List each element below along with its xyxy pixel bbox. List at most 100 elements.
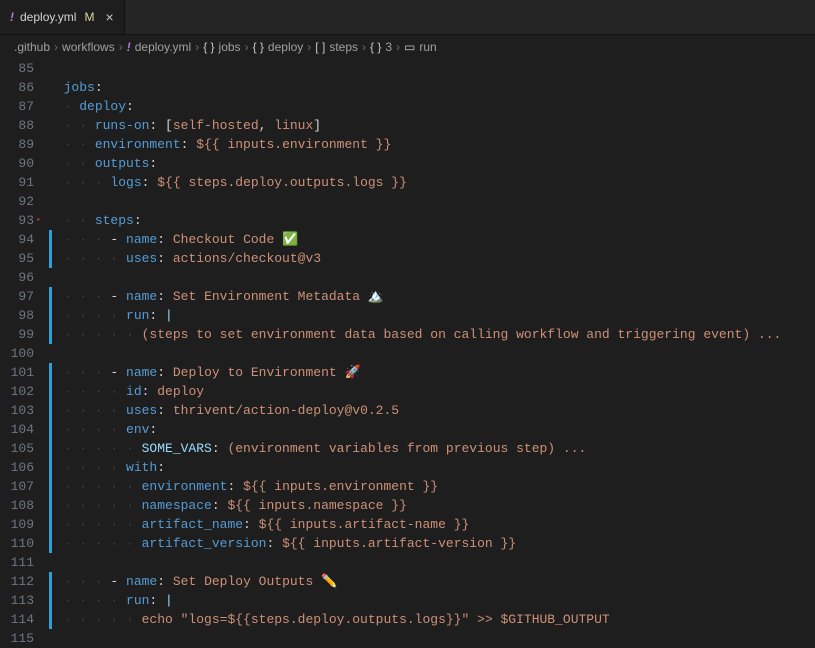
code-content[interactable]: · · steps:: [48, 211, 815, 230]
code-content[interactable]: · · · · · namespace: ${{ inputs.namespac…: [48, 496, 815, 515]
code-line[interactable]: 94 · · · - name: Checkout Code ✅: [0, 230, 815, 249]
code-content[interactable]: · · runs-on: [self-hosted, linux]: [48, 116, 815, 135]
breadcrumb-item[interactable]: [ ]steps: [315, 40, 358, 54]
code-line[interactable]: 95 · · · · uses: actions/checkout@v3: [0, 249, 815, 268]
code-line[interactable]: 103 · · · · uses: thrivent/action-deploy…: [0, 401, 815, 420]
code-content[interactable]: · · · - name: Checkout Code ✅: [48, 230, 815, 249]
code-content[interactable]: · · · · uses: actions/checkout@v3: [48, 249, 815, 268]
code-line[interactable]: 88 · · runs-on: [self-hosted, linux]: [0, 116, 815, 135]
code-line[interactable]: 99 · · · · · (steps to set environment d…: [0, 325, 815, 344]
tab-deploy-yml[interactable]: ! deploy.yml M ×: [0, 0, 125, 34]
close-icon[interactable]: ×: [105, 10, 113, 24]
code-line[interactable]: 110 · · · · · artifact_version: ${{ inpu…: [0, 534, 815, 553]
code-line[interactable]: 86 jobs:: [0, 78, 815, 97]
code-content[interactable]: · · · · · echo "logs=${{steps.deploy.out…: [48, 610, 815, 629]
modified-gutter-indicator: [49, 230, 52, 249]
code-line[interactable]: 96: [0, 268, 815, 287]
code-line[interactable]: 105 · · · · · SOME_VARS: (environment va…: [0, 439, 815, 458]
code-line[interactable]: 113 · · · · run: |: [0, 591, 815, 610]
code-line[interactable]: 109 · · · · · artifact_name: ${{ inputs.…: [0, 515, 815, 534]
code-content[interactable]: · · · · uses: thrivent/action-deploy@v0.…: [48, 401, 815, 420]
modified-gutter-indicator: [49, 572, 52, 591]
code-content[interactable]: · · · · env:: [48, 420, 815, 439]
breadcrumb-label: deploy.yml: [135, 40, 191, 54]
modified-gutter-indicator: [49, 515, 52, 534]
code-line[interactable]: 97 · · · - name: Set Environment Metadat…: [0, 287, 815, 306]
code-content[interactable]: · deploy:: [48, 97, 815, 116]
breadcrumb-item[interactable]: workflows: [62, 40, 115, 54]
code-line[interactable]: 90 · · outputs:: [0, 154, 815, 173]
code-line[interactable]: 104 · · · · env:: [0, 420, 815, 439]
breadcrumb-label: deploy: [268, 40, 303, 54]
modified-gutter-indicator: [49, 610, 52, 629]
code-content[interactable]: · · · · · (steps to set environment data…: [48, 325, 815, 344]
code-content[interactable]: · · · · run: |: [48, 591, 815, 610]
breadcrumb-item[interactable]: { }jobs: [203, 40, 240, 54]
modified-gutter-indicator: [49, 401, 52, 420]
code-line[interactable]: 115: [0, 629, 815, 648]
breadcrumb-item[interactable]: !deploy.yml: [127, 40, 191, 54]
line-number: 94: [0, 230, 48, 249]
code-line[interactable]: 92: [0, 192, 815, 211]
code-line[interactable]: 91 · · · logs: ${{ steps.deploy.outputs.…: [0, 173, 815, 192]
modified-gutter-indicator: [49, 287, 52, 306]
code-content[interactable]: [48, 629, 815, 648]
line-number: 99: [0, 325, 48, 344]
code-content[interactable]: [48, 59, 815, 78]
code-line[interactable]: 98 · · · · run: |: [0, 306, 815, 325]
line-number: 102: [0, 382, 48, 401]
yaml-file-icon: !: [10, 10, 14, 24]
code-line[interactable]: 87 · deploy:: [0, 97, 815, 116]
code-line[interactable]: 107 · · · · · environment: ${{ inputs.en…: [0, 477, 815, 496]
code-content[interactable]: · · · · with:: [48, 458, 815, 477]
line-number: 96: [0, 268, 48, 287]
code-line[interactable]: 85: [0, 59, 815, 78]
breadcrumb-label: workflows: [62, 40, 115, 54]
code-content[interactable]: · · · · · SOME_VARS: (environment variab…: [48, 439, 815, 458]
code-line[interactable]: 102 · · · · id: deploy: [0, 382, 815, 401]
brace-icon: { }: [253, 40, 264, 54]
code-line[interactable]: 100: [0, 344, 815, 363]
code-line[interactable]: 112 · · · - name: Set Deploy Outputs ✏️: [0, 572, 815, 591]
code-line[interactable]: 111: [0, 553, 815, 572]
line-number: 105: [0, 439, 48, 458]
line-number: 97: [0, 287, 48, 306]
code-content[interactable]: · · · logs: ${{ steps.deploy.outputs.log…: [48, 173, 815, 192]
code-line[interactable]: 114 · · · · · echo "logs=${{steps.deploy…: [0, 610, 815, 629]
code-content[interactable]: · · · - name: Deploy to Environment 🚀: [48, 363, 815, 382]
code-editor[interactable]: 85 86 jobs:87 · deploy:88 · · runs-on: […: [0, 59, 815, 648]
breadcrumb-item[interactable]: .github: [14, 40, 50, 54]
code-line[interactable]: 93▸ · · steps:: [0, 211, 815, 230]
code-content[interactable]: · · · - name: Set Deploy Outputs ✏️: [48, 572, 815, 591]
line-number: 114: [0, 610, 48, 629]
line-number: 89: [0, 135, 48, 154]
code-content[interactable]: · · · · · artifact_version: ${{ inputs.a…: [48, 534, 815, 553]
breadcrumb-separator: ›: [362, 40, 366, 54]
line-number: 113: [0, 591, 48, 610]
modified-gutter-indicator: [49, 496, 52, 515]
code-content[interactable]: · · · · · environment: ${{ inputs.enviro…: [48, 477, 815, 496]
tab-bar: ! deploy.yml M ×: [0, 0, 815, 35]
code-line[interactable]: 101 · · · - name: Deploy to Environment …: [0, 363, 815, 382]
breadcrumb-item[interactable]: { }3: [370, 40, 392, 54]
code-content[interactable]: · · · · run: |: [48, 306, 815, 325]
breadcrumb-item[interactable]: { } deploy: [253, 40, 304, 54]
code-content[interactable]: · · outputs:: [48, 154, 815, 173]
code-content[interactable]: · · · · · artifact_name: ${{ inputs.arti…: [48, 515, 815, 534]
code-content[interactable]: · · environment: ${{ inputs.environment …: [48, 135, 815, 154]
code-content[interactable]: · · · - name: Set Environment Metadata 🏔…: [48, 287, 815, 306]
code-line[interactable]: 108 · · · · · namespace: ${{ inputs.name…: [0, 496, 815, 515]
code-line[interactable]: 89 · · environment: ${{ inputs.environme…: [0, 135, 815, 154]
code-content[interactable]: jobs:: [48, 78, 815, 97]
breadcrumb-item[interactable]: ▭run: [404, 40, 437, 54]
code-line[interactable]: 106 · · · · with:: [0, 458, 815, 477]
tab-filename: deploy.yml: [20, 10, 76, 24]
line-number: 95: [0, 249, 48, 268]
line-number: 86: [0, 78, 48, 97]
line-number: 92: [0, 192, 48, 211]
code-content[interactable]: · · · · id: deploy: [48, 382, 815, 401]
fold-caret-icon[interactable]: ▸: [33, 211, 45, 230]
line-number: 115: [0, 629, 48, 648]
breadcrumb[interactable]: .github›workflows›!deploy.yml›{ }jobs›{ …: [0, 35, 815, 59]
line-number: 107: [0, 477, 48, 496]
